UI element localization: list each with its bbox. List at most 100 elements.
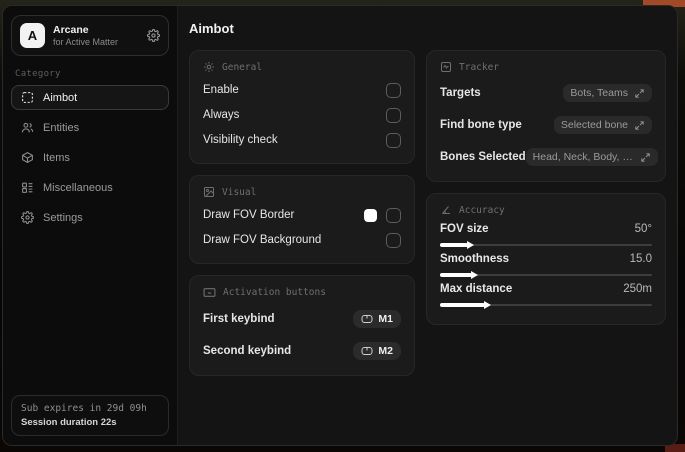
sidebar-item-label: Entities bbox=[43, 121, 80, 134]
setting-label: Draw FOV Border bbox=[203, 209, 295, 221]
sidebar-item-label: Aimbot bbox=[43, 91, 78, 104]
brand-logo: A bbox=[20, 23, 45, 48]
sidebar-nav: Aimbot Entities Items Miscellaneous Sett… bbox=[11, 85, 169, 230]
setting-row-enable: Enable bbox=[203, 79, 401, 101]
sidebar-item-items[interactable]: Items bbox=[11, 145, 169, 170]
keyboard-icon bbox=[203, 286, 216, 299]
slider-fill bbox=[440, 271, 478, 279]
radar-icon bbox=[440, 61, 452, 73]
card-header: Visual bbox=[222, 186, 257, 198]
sidebar-item-label: Miscellaneous bbox=[43, 181, 113, 194]
setting-row-targets: Targets Bots, Teams bbox=[440, 81, 652, 105]
setting-row-visibility-check: Visibility check bbox=[203, 129, 401, 151]
activation-buttons-card: Activation buttons First keybind M1 Seco… bbox=[189, 275, 415, 376]
expand-icon bbox=[634, 120, 645, 131]
sidebar-item-label: Items bbox=[43, 151, 70, 164]
dropdown-value: Head, Neck, Body, Pe… bbox=[532, 151, 634, 163]
category-label: Category bbox=[15, 69, 61, 79]
main-content: Aimbot General Enable Always Visibility … bbox=[178, 6, 677, 445]
enable-checkbox[interactable] bbox=[386, 82, 401, 98]
fov-border-color-swatch[interactable] bbox=[364, 208, 377, 222]
keybind-value: M1 bbox=[378, 313, 393, 325]
setting-label: Bones Selected bbox=[440, 151, 526, 163]
visibility-check-checkbox[interactable] bbox=[386, 132, 401, 148]
sidebar-item-aimbot[interactable]: Aimbot bbox=[11, 85, 169, 110]
slider-value: 50° bbox=[634, 223, 652, 235]
layout-list-icon bbox=[21, 181, 34, 194]
fov-background-checkbox[interactable] bbox=[386, 232, 401, 248]
slider-fill bbox=[440, 241, 474, 249]
always-checkbox[interactable] bbox=[386, 107, 401, 123]
setting-row-first-keybind: First keybind M1 bbox=[203, 307, 401, 331]
setting-label: First keybind bbox=[203, 313, 275, 325]
setting-label: Visibility check bbox=[203, 134, 278, 146]
setting-label: Enable bbox=[203, 84, 239, 96]
smoothness-slider[interactable] bbox=[440, 271, 652, 279]
gear-icon bbox=[21, 211, 34, 224]
setting-label: Find bone type bbox=[440, 119, 522, 131]
setting-row-find-bone-type: Find bone type Selected bone bbox=[440, 113, 652, 137]
brand-subtitle: for Active Matter bbox=[53, 37, 119, 47]
slider-value: 15.0 bbox=[629, 253, 652, 265]
game-background: A Arcane for Active Matter Category Aimb… bbox=[0, 0, 685, 452]
image-icon bbox=[203, 186, 215, 198]
brand-header: A Arcane for Active Matter bbox=[11, 15, 169, 56]
setting-row-always: Always bbox=[203, 104, 401, 126]
setting-row-fov-border: Draw FOV Border bbox=[203, 204, 401, 226]
keybind-value: M2 bbox=[378, 345, 393, 357]
sliders-icon bbox=[203, 61, 215, 73]
scan-icon bbox=[21, 91, 34, 104]
slider-thumb[interactable] bbox=[466, 241, 474, 249]
fov-size-slider[interactable] bbox=[440, 241, 652, 249]
mouse-icon bbox=[361, 314, 373, 324]
sidebar-item-label: Settings bbox=[43, 211, 83, 224]
tracker-card: Tracker Targets Bots, Teams Find bone ty… bbox=[426, 50, 666, 182]
targets-dropdown[interactable]: Bots, Teams bbox=[563, 84, 652, 102]
card-header: Accuracy bbox=[459, 204, 505, 216]
visual-card: Visual Draw FOV Border Draw FOV Backgrou… bbox=[189, 175, 415, 264]
angle-icon bbox=[440, 204, 452, 216]
brand-title: Arcane bbox=[53, 24, 89, 36]
slider-label: Smoothness bbox=[440, 253, 510, 265]
general-card: General Enable Always Visibility check bbox=[189, 50, 415, 164]
slider-label: FOV size bbox=[440, 223, 489, 235]
setting-label: Second keybind bbox=[203, 345, 292, 357]
slider-fill bbox=[440, 301, 491, 309]
fov-border-checkbox[interactable] bbox=[386, 207, 401, 223]
expand-icon bbox=[640, 152, 651, 163]
mouse-icon bbox=[361, 346, 373, 356]
setting-row-second-keybind: Second keybind M2 bbox=[203, 339, 401, 363]
sidebar-item-settings[interactable]: Settings bbox=[11, 205, 169, 230]
slider-label: Max distance bbox=[440, 283, 513, 295]
slider-thumb[interactable] bbox=[470, 271, 478, 279]
second-keybind-button[interactable]: M2 bbox=[353, 342, 401, 360]
sidebar-item-entities[interactable]: Entities bbox=[11, 115, 169, 140]
subscription-info-box: Sub expires in 29d 09h Session duration … bbox=[11, 395, 169, 436]
sub-expires-text: Sub expires in 29d 09h bbox=[21, 403, 147, 414]
expand-icon bbox=[634, 88, 645, 99]
setting-label: Targets bbox=[440, 87, 481, 99]
accuracy-card: Accuracy FOV size 50° Smoothness 15.0 Ma… bbox=[426, 193, 666, 325]
settings-gear-icon[interactable] bbox=[147, 29, 160, 42]
sidebar-item-miscellaneous[interactable]: Miscellaneous bbox=[11, 175, 169, 200]
page-title: Aimbot bbox=[189, 21, 234, 36]
cheat-menu-window: A Arcane for Active Matter Category Aimb… bbox=[2, 5, 678, 446]
slider-thumb[interactable] bbox=[483, 301, 491, 309]
smoothness-slider-group: Smoothness 15.0 bbox=[440, 253, 652, 279]
setting-row-fov-background: Draw FOV Background bbox=[203, 229, 401, 251]
setting-label: Draw FOV Background bbox=[203, 234, 322, 246]
fov-size-slider-group: FOV size 50° bbox=[440, 223, 652, 249]
sidebar: A Arcane for Active Matter Category Aimb… bbox=[3, 6, 178, 445]
dropdown-value: Selected bone bbox=[560, 119, 628, 131]
find-bone-type-dropdown[interactable]: Selected bone bbox=[553, 116, 652, 134]
dropdown-value: Bots, Teams bbox=[570, 87, 628, 99]
box-icon bbox=[21, 151, 34, 164]
card-header: General bbox=[222, 61, 263, 73]
card-header: Tracker bbox=[459, 61, 500, 73]
first-keybind-button[interactable]: M1 bbox=[353, 310, 401, 328]
slider-value: 250m bbox=[623, 283, 652, 295]
bones-selected-dropdown[interactable]: Head, Neck, Body, Pe… bbox=[525, 148, 658, 166]
max-distance-slider-group: Max distance 250m bbox=[440, 283, 652, 309]
card-header: Activation buttons bbox=[223, 287, 326, 298]
max-distance-slider[interactable] bbox=[440, 301, 652, 309]
